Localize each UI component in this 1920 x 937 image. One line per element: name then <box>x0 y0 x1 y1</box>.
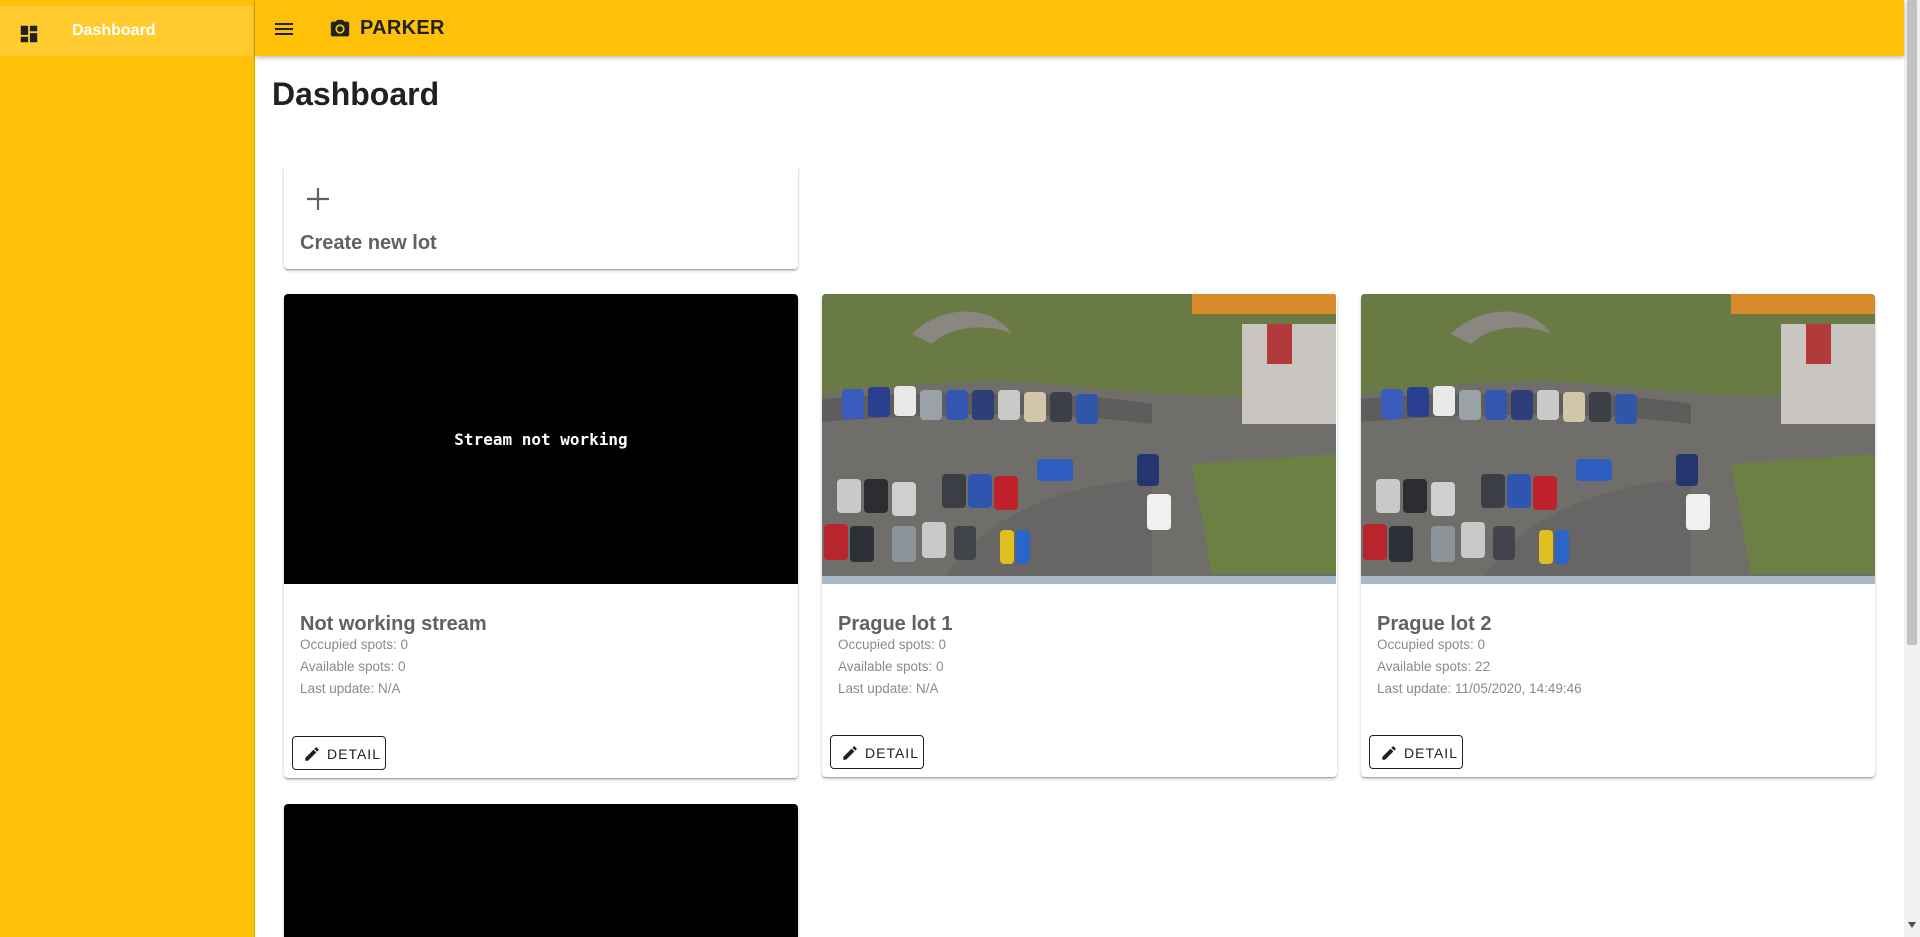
available-spots: Available spots: 0 <box>300 659 406 674</box>
scrollbar-thumb[interactable] <box>1907 0 1917 645</box>
last-update: Last update: N/A <box>300 681 401 696</box>
edit-icon <box>305 747 319 761</box>
lot-card: Prague lot 2 Occupied spots: 0 Available… <box>1361 294 1875 777</box>
sidebar: Dashboard <box>0 0 255 937</box>
plus-icon <box>307 188 329 210</box>
scrollbar[interactable] <box>1904 0 1920 937</box>
create-new-lot-card[interactable]: Create new lot <box>284 164 798 269</box>
parking-lot-camera-image <box>822 294 1336 584</box>
stream-preview: Stream not working <box>284 294 798 584</box>
stream-error-text: Stream not working <box>454 429 628 449</box>
available-spots: Available spots: 0 <box>838 659 944 674</box>
detail-button[interactable]: DETAIL <box>830 735 924 769</box>
occupied-spots: Occupied spots: 0 <box>300 637 409 652</box>
sidebar-item-dashboard[interactable]: Dashboard <box>0 6 254 56</box>
edit-icon <box>843 746 857 760</box>
camera-icon <box>330 19 350 37</box>
detail-button-label: DETAIL <box>327 746 381 762</box>
detail-button-label: DETAIL <box>1404 745 1458 761</box>
last-update: Last update: 11/05/2020, 14:49:46 <box>1377 681 1582 696</box>
menu-icon[interactable] <box>272 17 296 41</box>
lot-name: Prague lot 2 <box>1377 613 1492 635</box>
app-title: PARKER <box>360 17 445 39</box>
lot-name: Not working stream <box>300 613 487 635</box>
page-title: Dashboard <box>272 76 440 112</box>
create-new-lot-label: Create new lot <box>300 232 437 254</box>
lot-card: Stream not working Not working stream Oc… <box>284 294 798 778</box>
detail-button-label: DETAIL <box>865 745 919 761</box>
lot-card: Prague lot 1 Occupied spots: 0 Available… <box>822 294 1337 777</box>
sidebar-item-label: Dashboard <box>72 22 156 39</box>
detail-button[interactable]: DETAIL <box>1369 735 1463 769</box>
parking-lot-camera-image <box>1361 294 1875 584</box>
occupied-spots: Occupied spots: 0 <box>838 637 947 652</box>
available-spots: Available spots: 22 <box>1377 659 1491 674</box>
lot-card-partial <box>284 804 798 937</box>
stream-preview <box>284 804 798 937</box>
last-update: Last update: N/A <box>838 681 939 696</box>
dashboard-icon <box>20 25 38 43</box>
occupied-spots: Occupied spots: 0 <box>1377 637 1486 652</box>
detail-button[interactable]: DETAIL <box>292 736 386 770</box>
edit-icon <box>1382 746 1396 760</box>
app-bar: PARKER <box>255 0 1904 56</box>
lot-name: Prague lot 1 <box>838 613 953 635</box>
scroll-down-arrow-icon[interactable] <box>1908 922 1916 928</box>
